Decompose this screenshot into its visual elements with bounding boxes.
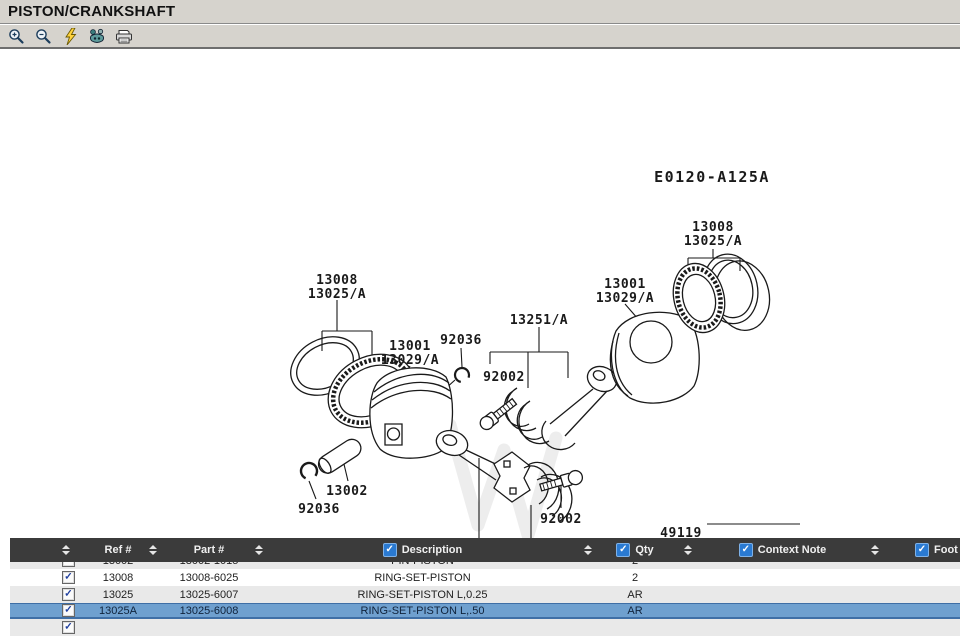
cell-foot-note xyxy=(885,562,960,569)
cell-context-note xyxy=(700,569,865,586)
table-row[interactable]: 13002 13002-1015 PIN-PISTON 2 xyxy=(10,562,960,569)
related-view-button[interactable] xyxy=(87,26,107,46)
header-foot-note[interactable]: Foot Note xyxy=(934,544,960,556)
header-ref[interactable]: Ref # xyxy=(105,544,132,556)
edit-note-icon[interactable] xyxy=(62,588,75,601)
header-qty[interactable]: Qty xyxy=(635,544,653,556)
cell-description: RING-SET-PISTON L,.50 xyxy=(265,604,580,617)
zoom-in-icon xyxy=(8,28,25,45)
cell-foot-note xyxy=(885,604,960,617)
cell-qty: 2 xyxy=(595,562,675,569)
cell-part: 13002-1015 xyxy=(165,562,253,569)
page-title: PISTON/CRANKSHAFT xyxy=(8,3,175,20)
edit-note-icon[interactable] xyxy=(62,604,75,617)
piston-pin xyxy=(315,436,364,477)
cell-qty: AR xyxy=(595,586,675,603)
highlight-callouts-button[interactable] xyxy=(60,26,80,46)
sort-icon-ref-pre[interactable] xyxy=(62,545,70,555)
rod-bolt-upper xyxy=(478,396,519,432)
table-row-selected[interactable]: 13025A 13025-6008 RING-SET-PISTON L,.50 … xyxy=(10,603,960,619)
title-bar: PISTON/CRANKSHAFT xyxy=(0,0,960,24)
cell-part: 13008-6025 xyxy=(165,569,253,586)
callout-13008-left[interactable]: 13008 xyxy=(316,273,358,288)
clipped-row-wrapper: 13002 13002-1015 PIN-PISTON 2 xyxy=(10,562,960,569)
callout-13008-right[interactable]: 13008 xyxy=(692,220,734,235)
sort-icon-context[interactable] xyxy=(871,545,879,555)
qty-checkbox[interactable] xyxy=(616,543,630,557)
zoom-out-button[interactable] xyxy=(33,26,53,46)
circlip-top xyxy=(454,367,470,383)
cell-description: PIN-PISTON xyxy=(265,562,580,569)
cell-part: 13025-6008 xyxy=(165,604,253,617)
cell-ref: 13025A xyxy=(96,604,140,617)
table-row[interactable]: 13008 13008-6025 RING-SET-PISTON 2 xyxy=(10,569,960,586)
figure-icon xyxy=(88,28,106,44)
zoom-out-icon xyxy=(35,28,52,45)
sort-icon-qty[interactable] xyxy=(684,545,692,555)
parts-table: Ref # Part # Description Qty Context Not… xyxy=(10,538,960,636)
piston-right xyxy=(610,312,699,403)
callout-92036-top[interactable]: 92036 xyxy=(440,333,482,348)
edit-note-icon[interactable] xyxy=(62,562,75,567)
sort-icon-part[interactable] xyxy=(255,545,263,555)
header-part[interactable]: Part # xyxy=(194,544,225,556)
zoom-in-button[interactable] xyxy=(6,26,26,46)
callout-92002-bottom[interactable]: 92002 xyxy=(540,512,582,527)
foot-note-checkbox[interactable] xyxy=(915,543,929,557)
callout-92002-top[interactable]: 92002 xyxy=(483,370,525,385)
cell-context-note xyxy=(700,562,865,569)
circlip-bottom xyxy=(298,460,319,481)
connecting-rod-lower xyxy=(433,427,530,502)
callout-13001-left[interactable]: 13001 xyxy=(389,339,431,354)
edit-note-icon[interactable] xyxy=(62,621,75,634)
cell-description: RING-SET-PISTON L,0.25 xyxy=(265,586,580,603)
cell-qty: 2 xyxy=(595,569,675,586)
table-row[interactable]: 13025 13025-6007 RING-SET-PISTON L,0.25 … xyxy=(10,586,960,603)
callout-13029A-left[interactable]: 13029/A xyxy=(381,353,439,368)
lightning-icon xyxy=(64,28,77,45)
cell-ref: 13002 xyxy=(96,562,140,569)
callout-13001-right[interactable]: 13001 xyxy=(604,277,646,292)
callout-13025A-left[interactable]: 13025/A xyxy=(308,287,366,302)
print-button[interactable] xyxy=(114,26,134,46)
sort-icon-description[interactable] xyxy=(584,545,592,555)
sort-icon-ref[interactable] xyxy=(149,545,157,555)
cell-part: 13025-6007 xyxy=(165,586,253,603)
cell-foot-note xyxy=(885,586,960,603)
cell-qty: AR xyxy=(595,604,675,617)
toolbar xyxy=(0,25,960,49)
context-note-checkbox[interactable] xyxy=(739,543,753,557)
cell-ref: 13025 xyxy=(96,586,140,603)
cell-foot-note xyxy=(885,569,960,586)
diagram-code: E0120-A125A xyxy=(654,168,770,186)
callout-13251A[interactable]: 13251/A xyxy=(510,313,568,328)
callout-13002[interactable]: 13002 xyxy=(326,484,368,499)
cell-ref: 13008 xyxy=(96,569,140,586)
cell-context-note xyxy=(700,604,865,617)
edit-note-icon[interactable] xyxy=(62,571,75,584)
printer-icon xyxy=(115,29,133,44)
callout-13025A-right[interactable]: 13025/A xyxy=(684,234,742,249)
table-header: Ref # Part # Description Qty Context Not… xyxy=(10,538,960,562)
callout-13029A-right[interactable]: 13029/A xyxy=(596,291,654,306)
callout-92036-bottom[interactable]: 92036 xyxy=(298,502,340,517)
cell-description: RING-SET-PISTON xyxy=(265,569,580,586)
description-checkbox[interactable] xyxy=(383,543,397,557)
cell-context-note xyxy=(700,586,865,603)
header-description[interactable]: Description xyxy=(402,544,463,556)
header-context-note[interactable]: Context Note xyxy=(758,544,826,556)
exploded-diagram[interactable]: E0120-A125A 13008 13025/A 13001 13029/A … xyxy=(0,0,960,622)
